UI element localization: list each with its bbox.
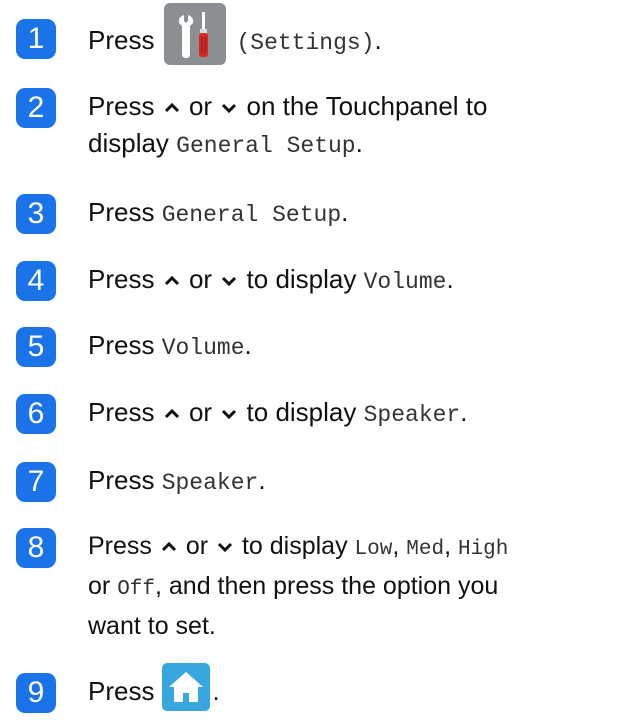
press-word: Press — [88, 24, 155, 55]
press-word: Press — [88, 397, 155, 427]
press-word: Press — [88, 91, 155, 121]
or-word: or — [185, 532, 209, 560]
press-word: Press — [88, 532, 152, 560]
step-number-badge: 5 — [16, 327, 56, 367]
step-text: Press or to display Speaker. — [88, 394, 628, 434]
comma: , — [444, 532, 452, 560]
menu-item-general-setup: General Setup — [161, 202, 342, 228]
comma: , — [392, 532, 400, 560]
or-word: or — [188, 264, 213, 294]
menu-item-general-setup: General Setup — [176, 133, 356, 159]
press-word: Press — [88, 330, 155, 360]
period: . — [460, 397, 468, 427]
option-med: Med — [406, 538, 445, 561]
step-text: Press Volume. — [88, 327, 628, 367]
menu-item-speaker: Speaker — [161, 470, 259, 496]
step-rest: , and then press the option you — [155, 572, 499, 600]
chevron-up-icon — [164, 406, 180, 422]
step-number-badge: 3 — [16, 194, 56, 234]
instruction-steps: 1 Press (Settings). 2 Press or on the To… — [0, 0, 633, 724]
menu-item-volume: Volume — [363, 269, 447, 295]
menu-item-volume: Volume — [161, 335, 245, 361]
step-rest: on the Touchpanel to — [246, 91, 488, 121]
step-number-badge: 7 — [16, 462, 56, 502]
or-word: or — [188, 91, 213, 121]
step-text: Press or on the Touchpanel to display Ge… — [88, 88, 628, 165]
step-number-badge: 8 — [16, 528, 56, 568]
settings-tools-icon — [164, 3, 227, 65]
period: . — [258, 465, 266, 495]
press-word: Press — [88, 676, 155, 706]
step-text: Press . — [88, 663, 628, 712]
chevron-up-icon — [164, 100, 180, 116]
chevron-down-icon — [221, 406, 237, 422]
period: . — [212, 676, 220, 706]
step-text: Press or to display Volume. — [88, 261, 628, 301]
step-text: Press (Settings). — [88, 3, 628, 65]
step-number-badge: 4 — [16, 261, 56, 301]
period: . — [341, 197, 349, 227]
or-word: or — [88, 572, 111, 600]
to-display-words: to display — [241, 532, 348, 560]
step-number-badge: 2 — [16, 88, 56, 128]
to-display-words: to display — [246, 397, 357, 427]
chevron-up-icon — [164, 273, 180, 289]
press-word: Press — [88, 197, 155, 227]
menu-item-speaker: Speaker — [363, 402, 461, 428]
step-number-badge: 6 — [16, 394, 56, 434]
or-word: or — [188, 397, 213, 427]
option-off: Off — [117, 578, 155, 601]
settings-label: (Settings) — [236, 29, 375, 56]
step-number-badge: 1 — [16, 19, 56, 59]
step-text: Press General Setup. — [88, 194, 628, 234]
period: . — [446, 264, 454, 294]
period: . — [355, 128, 363, 158]
option-low: Low — [354, 538, 393, 561]
press-word: Press — [88, 264, 155, 294]
period: . — [244, 330, 252, 360]
step-text: Press or to display Low, Med, High or Of… — [88, 528, 628, 645]
chevron-up-icon — [161, 539, 177, 555]
chevron-down-icon — [217, 539, 233, 555]
to-display-words: to display — [246, 264, 357, 294]
home-icon — [162, 663, 211, 712]
chevron-down-icon — [221, 100, 237, 116]
step-text: Press Speaker. — [88, 462, 628, 502]
press-word: Press — [88, 465, 155, 495]
display-word: display — [88, 128, 169, 158]
period: . — [374, 24, 382, 55]
step-rest-line3: want to set. — [88, 612, 216, 640]
chevron-down-icon — [221, 273, 237, 289]
step-number-badge: 9 — [16, 673, 56, 713]
option-high: High — [457, 538, 509, 561]
